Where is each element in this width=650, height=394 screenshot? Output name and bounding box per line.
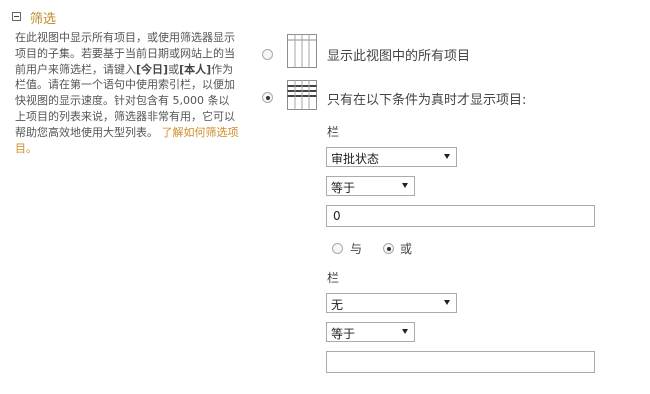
chevron-down-icon bbox=[402, 329, 408, 334]
show-all-radio[interactable] bbox=[262, 49, 273, 60]
description-text: 或 bbox=[168, 62, 180, 76]
table-filter-icon bbox=[287, 80, 317, 110]
collapse-toggle-icon[interactable] bbox=[12, 12, 21, 21]
show-filtered-label[interactable]: 只有在以下条件为真时才显示项目: bbox=[327, 89, 526, 108]
value-input-1[interactable]: 0 bbox=[326, 205, 595, 227]
table-grid-icon bbox=[287, 34, 317, 68]
column-select-1-value: 审批状态 bbox=[331, 152, 380, 166]
operator-select-1-value: 等于 bbox=[331, 181, 356, 195]
value-input-1-text: 0 bbox=[333, 209, 341, 223]
today-token: [今日] bbox=[136, 62, 169, 76]
or-label[interactable]: 或 bbox=[400, 240, 412, 257]
column-label-2: 栏 bbox=[327, 271, 340, 285]
value-input-2[interactable] bbox=[326, 351, 595, 373]
section-description: 在此视图中显示所有项目，或使用筛选器显示项目的子集。若要基于当前日期或网站上的当… bbox=[15, 30, 240, 156]
chevron-down-icon bbox=[444, 300, 450, 305]
column-select-2-value: 无 bbox=[331, 298, 344, 312]
operator-select-2[interactable]: 等于 bbox=[326, 322, 415, 342]
chevron-down-icon bbox=[402, 183, 408, 188]
section-title: 筛选 bbox=[30, 12, 57, 27]
chevron-down-icon bbox=[444, 154, 450, 159]
show-all-label[interactable]: 显示此视图中的所有项目 bbox=[327, 45, 470, 64]
operator-select-2-value: 等于 bbox=[331, 327, 356, 341]
and-radio[interactable] bbox=[332, 243, 343, 254]
show-filtered-radio[interactable] bbox=[262, 92, 273, 103]
column-select-2[interactable]: 无 bbox=[326, 293, 457, 313]
column-select-1[interactable]: 审批状态 bbox=[326, 147, 457, 167]
me-token: [本人] bbox=[179, 62, 212, 76]
or-radio[interactable] bbox=[383, 243, 394, 254]
operator-select-1[interactable]: 等于 bbox=[326, 176, 415, 196]
and-label[interactable]: 与 bbox=[350, 240, 362, 257]
column-label-1: 栏 bbox=[327, 125, 340, 139]
